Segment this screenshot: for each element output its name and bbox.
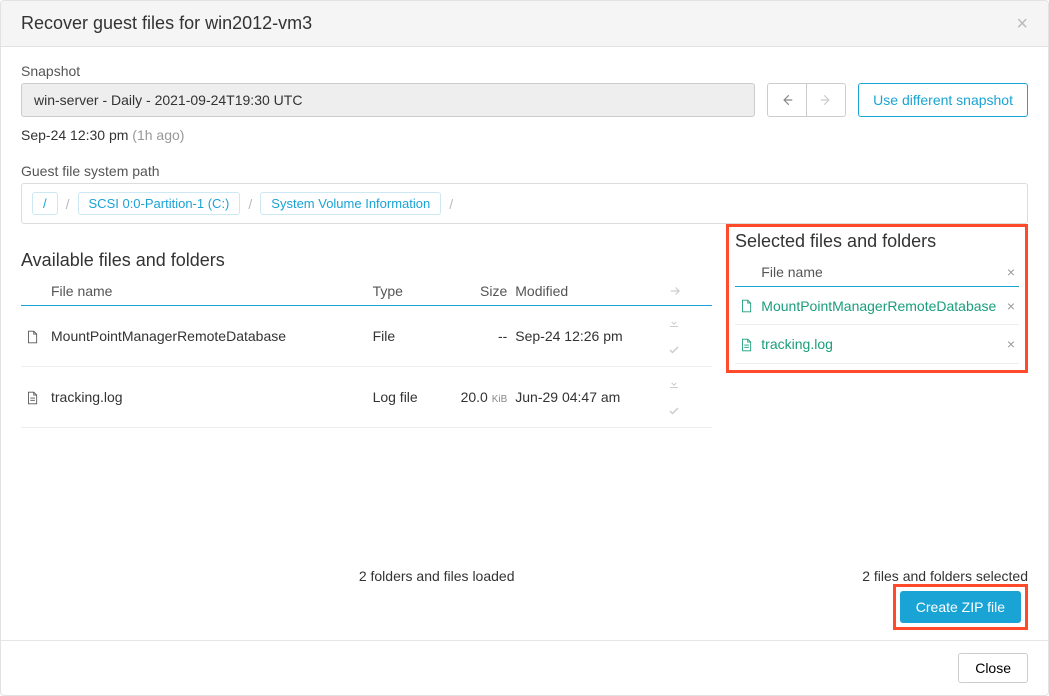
file-icon — [25, 327, 39, 343]
use-different-snapshot-button[interactable]: Use different snapshot — [858, 83, 1028, 117]
modal-footer: Close — [1, 640, 1048, 695]
arrow-right-icon — [819, 93, 833, 107]
available-title: Available files and folders — [21, 250, 712, 271]
file-modified: Sep-24 12:26 pm — [511, 306, 664, 367]
table-row[interactable]: tracking.log × — [735, 325, 1019, 363]
snapshot-nav-group — [767, 83, 846, 117]
breadcrumb-root[interactable]: / — [32, 192, 58, 215]
create-zip-button[interactable]: Create ZIP file — [900, 591, 1021, 623]
file-type: File — [369, 306, 439, 367]
close-icon[interactable]: × — [1016, 14, 1028, 34]
col-modified[interactable]: Modified — [511, 277, 664, 306]
document-icon — [25, 388, 39, 404]
path-label: Guest file system path — [21, 163, 1028, 179]
file-icon — [739, 297, 753, 313]
remove-all-icon[interactable]: × — [1007, 264, 1015, 280]
loaded-count: 2 folders and files loaded — [21, 568, 535, 584]
add-all-icon[interactable] — [668, 284, 708, 298]
breadcrumb-folder[interactable]: System Volume Information — [260, 192, 441, 215]
available-table: File name Type Size Modified MountPointM… — [21, 277, 712, 428]
breadcrumb-separator: / — [248, 196, 252, 212]
file-name: tracking.log — [757, 325, 1000, 363]
breadcrumb-separator: / — [66, 196, 70, 212]
download-icon[interactable] — [668, 377, 708, 389]
remove-icon[interactable]: × — [1007, 336, 1015, 352]
action-row: Create ZIP file — [21, 584, 1028, 640]
selected-highlight: Selected files and folders File name × M… — [726, 224, 1028, 373]
remove-icon[interactable]: × — [1007, 298, 1015, 314]
breadcrumb-partition[interactable]: SCSI 0:0-Partition-1 (C:) — [78, 192, 241, 215]
document-icon — [739, 335, 753, 351]
check-icon[interactable] — [668, 344, 708, 356]
snapshot-input — [21, 83, 755, 117]
breadcrumb: / / SCSI 0:0-Partition-1 (C:) / System V… — [21, 183, 1028, 224]
file-size: 20.0 KiB — [439, 367, 511, 428]
modal-header: Recover guest files for win2012-vm3 × — [1, 1, 1048, 47]
file-type: Log file — [369, 367, 439, 428]
snapshot-timestamp: Sep-24 12:30 pm (1h ago) — [21, 127, 1028, 143]
footer-counts: 2 folders and files loaded 2 files and f… — [21, 568, 1028, 584]
recover-guest-files-modal: Recover guest files for win2012-vm3 × Sn… — [0, 0, 1049, 696]
table-row[interactable]: tracking.logLog file20.0 KiBJun-29 04:47… — [21, 367, 712, 428]
table-row[interactable]: MountPointManagerRemoteDatabase × — [735, 287, 1019, 325]
col-size[interactable]: Size — [439, 277, 511, 306]
table-row[interactable]: MountPointManagerRemoteDatabaseFile--Sep… — [21, 306, 712, 367]
check-icon[interactable] — [668, 405, 708, 417]
modal-title: Recover guest files for win2012-vm3 — [21, 13, 312, 34]
col-selected-file-name[interactable]: File name — [757, 258, 1000, 287]
selected-pane: Selected files and folders File name × M… — [726, 224, 1028, 568]
selected-title: Selected files and folders — [735, 231, 1019, 252]
main-area: Available files and folders File name Ty… — [21, 224, 1028, 568]
file-size: -- — [439, 306, 511, 367]
arrow-left-icon — [780, 93, 794, 107]
next-snapshot-button[interactable] — [806, 84, 845, 116]
breadcrumb-separator: / — [449, 196, 453, 212]
snapshot-label: Snapshot — [21, 63, 1028, 79]
selected-count: 2 files and folders selected — [535, 568, 1029, 584]
file-name: MountPointManagerRemoteDatabase — [47, 306, 369, 367]
timestamp-text: Sep-24 12:30 pm — [21, 127, 128, 143]
file-name: tracking.log — [47, 367, 369, 428]
file-name: MountPointManagerRemoteDatabase — [757, 287, 1000, 325]
col-file-name[interactable]: File name — [47, 277, 369, 306]
file-modified: Jun-29 04:47 am — [511, 367, 664, 428]
close-button[interactable]: Close — [958, 653, 1028, 683]
selected-table: File name × MountPointManagerRemoteDatab… — [735, 258, 1019, 364]
timestamp-ago: (1h ago) — [132, 127, 184, 143]
snapshot-row: Use different snapshot — [21, 83, 1028, 117]
available-pane: Available files and folders File name Ty… — [21, 224, 712, 568]
download-icon[interactable] — [668, 316, 708, 328]
prev-snapshot-button[interactable] — [768, 84, 806, 116]
col-type[interactable]: Type — [369, 277, 439, 306]
create-zip-highlight: Create ZIP file — [893, 584, 1028, 630]
modal-body: Snapshot Use different snapshot Sep-24 1… — [1, 47, 1048, 640]
